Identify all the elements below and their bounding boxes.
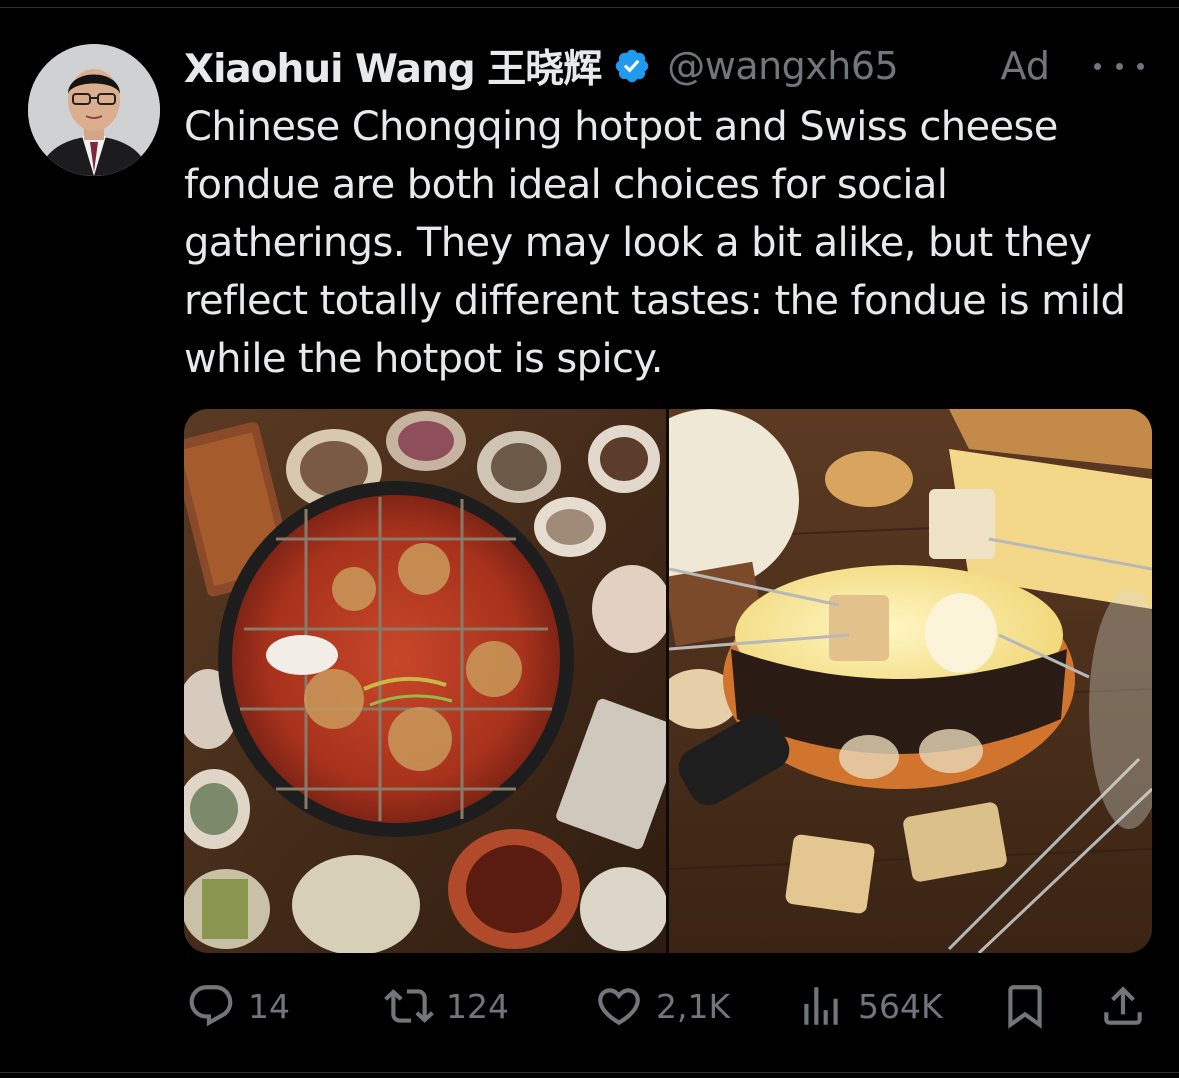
author-display-name[interactable]: Xiaohui Wang 王晓辉 bbox=[184, 38, 602, 94]
bookmark-button[interactable] bbox=[1000, 976, 1050, 1036]
verified-badge-icon[interactable] bbox=[613, 47, 651, 85]
repost-icon bbox=[384, 989, 434, 1023]
views-count: 564K bbox=[858, 986, 943, 1026]
ad-label: Ad bbox=[1000, 44, 1050, 88]
views-icon bbox=[804, 987, 838, 1025]
repost-count: 124 bbox=[446, 986, 509, 1026]
tweet-header: Xiaohui Wang 王晓辉 @wangxh65 Ad bbox=[184, 40, 1154, 92]
tweet-actions: 14 124 2,1K 564K bbox=[186, 976, 1150, 1036]
bottom-divider bbox=[0, 1072, 1179, 1073]
reply-icon bbox=[189, 985, 233, 1027]
reply-count: 14 bbox=[248, 986, 290, 1026]
hotpot-photo[interactable] bbox=[184, 409, 666, 953]
like-count: 2,1K bbox=[656, 986, 731, 1026]
more-icon[interactable] bbox=[1094, 40, 1144, 92]
bookmark-icon bbox=[1008, 985, 1042, 1029]
share-icon bbox=[1104, 986, 1142, 1025]
fondue-photo[interactable] bbox=[669, 409, 1152, 953]
repost-button[interactable]: 124 bbox=[384, 976, 509, 1036]
like-button[interactable]: 2,1K bbox=[594, 976, 730, 1036]
views-button[interactable]: 564K bbox=[796, 976, 943, 1036]
author-handle[interactable]: @wangxh65 bbox=[667, 44, 899, 88]
tweet-text: Chinese Chongqing hotpot and Swiss chees… bbox=[184, 104, 1126, 382]
like-icon bbox=[598, 988, 640, 1026]
reply-button[interactable]: 14 bbox=[186, 976, 290, 1036]
share-button[interactable] bbox=[1098, 976, 1148, 1036]
top-divider bbox=[0, 7, 1179, 8]
avatar[interactable] bbox=[28, 44, 160, 176]
tweet-media[interactable] bbox=[184, 409, 1152, 953]
